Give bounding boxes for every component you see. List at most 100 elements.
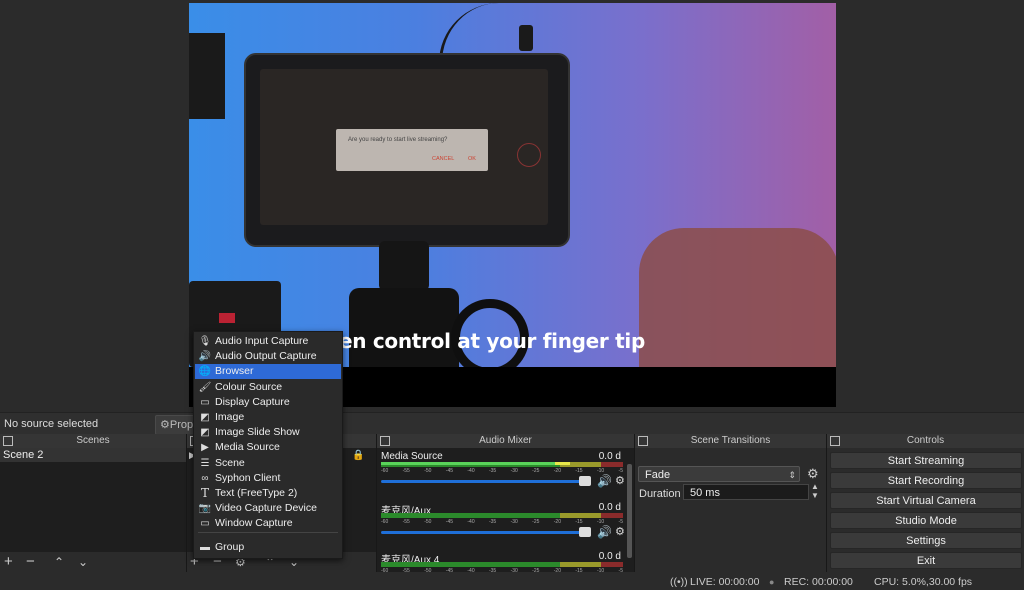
status-bar: ((•)) LIVE: 00:00:00 ● REC: 00:00:00 CPU… — [0, 574, 1024, 590]
cpu-usage: CPU: 5.0%,30.00 fps — [874, 576, 973, 588]
start-recording-button[interactable]: Start Recording — [830, 472, 1022, 489]
link-icon: ∞ — [201, 473, 209, 484]
fader-handle[interactable] — [579, 527, 591, 537]
meter-tick-label: -15 — [575, 468, 583, 474]
float-icon[interactable] — [380, 436, 390, 446]
globe-icon: 🌐 — [198, 366, 212, 377]
brush-icon: 🖌 — [198, 382, 212, 393]
meter-tick-label: -40 — [467, 468, 475, 474]
mixer-scrollbar[interactable] — [627, 464, 632, 558]
preview-image: Are you ready to start live streaming? C… — [189, 3, 836, 378]
channel-db: 0.0 d — [598, 502, 621, 513]
scene-item[interactable]: Scene 2 — [0, 448, 186, 462]
monitor-dialog: Are you ready to start live streaming? C… — [336, 129, 488, 171]
settings-button[interactable]: Settings — [830, 532, 1022, 549]
scenes-dock: Scenes Scene 2 + − ⌃ ⌄ — [0, 434, 187, 572]
exit-button[interactable]: Exit — [830, 552, 1022, 569]
meter-tick-label: -35 — [488, 519, 497, 525]
add-source-menu: 🎙 Audio Input Capture 🔊 Audio Output Captu… — [193, 331, 343, 559]
meter-tick-label: -35 — [488, 468, 497, 474]
move-down-icon[interactable]: ⌄ — [78, 553, 88, 571]
transition-settings-icon[interactable]: ⚙ — [807, 466, 819, 482]
play-icon: ▶ — [201, 442, 209, 453]
menu-item-image-slide-show[interactable]: ◩ Image Slide Show — [195, 425, 341, 440]
move-up-icon[interactable]: ⌃ — [54, 553, 64, 571]
menu-item-window-capture[interactable]: ▭ Window Capture — [195, 516, 341, 531]
channel-db: 0.0 d — [598, 551, 621, 562]
menu-item-scene[interactable]: ☰ Scene — [195, 456, 341, 471]
duration-spinner[interactable]: ▲ ▼ — [811, 482, 819, 500]
float-icon[interactable] — [638, 436, 648, 446]
video-caption: en control at your finger tip — [339, 329, 645, 353]
rec-dot-icon: ● — [769, 577, 775, 587]
menu-item-image[interactable]: ◩ Image — [195, 410, 341, 425]
gear-icon[interactable]: ⚙ — [615, 525, 625, 538]
channel-db: 0.0 d — [598, 451, 621, 462]
speaker-icon[interactable]: 🔊 — [597, 525, 612, 539]
meter-tick-label: -50 — [424, 519, 432, 525]
menu-item-display-capture[interactable]: ▭ Display Capture — [195, 395, 341, 410]
meter-tick-label: -15 — [575, 519, 583, 525]
menu-item-video-capture-device[interactable]: 📷 Video Capture Device — [195, 501, 341, 516]
menu-item-media-source[interactable]: ▶ Media Source — [195, 440, 341, 455]
volume-fader[interactable] — [381, 480, 591, 483]
source-toolbar: No source selected ⚙Prop — [0, 412, 1024, 435]
rec-time: REC: 00:00:00 — [784, 576, 853, 588]
meter-level-peak — [555, 462, 570, 465]
gear-icon[interactable]: ⚙ — [615, 474, 625, 487]
meter-tick-label: -45 — [445, 468, 454, 474]
menu-item-colour-source[interactable]: 🖌 Colour Source — [195, 380, 341, 395]
meter-level — [381, 462, 556, 465]
start-virtual-camera-button[interactable]: Start Virtual Camera — [830, 492, 1022, 509]
audio-mixer-dock: Audio Mixer Media Source 0.0 d -60 -55 -50… — [377, 434, 635, 574]
meter-tick-label: -40 — [467, 519, 475, 525]
menu-item-audio-output-capture[interactable]: 🔊 Audio Output Capture — [195, 349, 341, 364]
duration-input[interactable]: 50 ms — [683, 484, 809, 500]
meter-tick-label: -55 — [402, 468, 410, 474]
no-source-label: No source selected — [4, 418, 99, 430]
lock-icon[interactable]: 🔒 — [352, 450, 364, 461]
add-scene-icon[interactable]: + — [4, 553, 13, 571]
mixer-channel: Media Source 0.0 d -60 -55 -50 -45 -40 -35 -30… — [379, 451, 625, 499]
controls-title: Controls — [906, 435, 945, 446]
meter-tick-label: -60 — [381, 468, 389, 474]
menu-item-browser[interactable]: 🌐 Browser — [195, 364, 341, 379]
field-monitor: Are you ready to start live streaming? C… — [244, 53, 570, 247]
controls-dock: Controls Start Streaming Start Recording… — [827, 434, 1024, 572]
folder-icon: ▬ — [200, 542, 210, 553]
menu-item-syphon-client[interactable]: ∞ Syphon Client — [195, 471, 341, 486]
transition-select[interactable]: Fade ⇕ — [638, 466, 800, 482]
meter-ticks: -60 -55 -50 -45 -40 -35 -30 -25 -20 -15 -10 -5 — [381, 468, 623, 474]
transitions-title: Scene Transitions — [690, 435, 771, 446]
image-icon: ◩ — [200, 412, 210, 423]
remove-scene-icon[interactable]: − — [26, 553, 35, 571]
updown-icon: ⇕ — [788, 470, 796, 480]
camera-icon: 📷 — [198, 503, 212, 514]
float-icon[interactable] — [3, 436, 13, 446]
meter-tick-label: -25 — [532, 519, 540, 525]
menu-separator — [198, 532, 338, 533]
text-icon: T — [200, 486, 209, 500]
start-streaming-button[interactable]: Start Streaming — [830, 452, 1022, 469]
volume-fader[interactable] — [381, 531, 591, 534]
monitor-icon: ▭ — [200, 397, 210, 408]
window-icon: ▭ — [200, 518, 210, 529]
meter-tick-label: -50 — [424, 468, 432, 474]
mixer-channel: 麦克风/Aux 0.0 d -60 -55 -50 -45 -40 -35 -30 -25 -2… — [379, 502, 625, 550]
meter-tick-label: -25 — [532, 468, 540, 474]
list-icon: ☰ — [200, 458, 210, 469]
studio-mode-button[interactable]: Studio Mode — [830, 512, 1022, 529]
fader-handle[interactable] — [579, 476, 591, 486]
menu-item-text-freetype[interactable]: T Text (FreeType 2) — [195, 486, 341, 501]
speaker-icon[interactable]: 🔊 — [597, 474, 612, 488]
microphone-icon: 🎙 — [198, 336, 212, 347]
mixer-channel: 麦克风/Aux 4 0.0 d -60 -55 -50 -45 -40 -35 -30 -25… — [379, 551, 625, 574]
menu-item-group[interactable]: ▬ Group — [195, 540, 341, 555]
meter-ticks: -60 -55 -50 -45 -40 -35 -30 -25 -20 -15 -10 -5 — [381, 519, 623, 525]
menu-item-audio-input-capture[interactable]: 🎙 Audio Input Capture — [195, 334, 341, 349]
volume-meter — [381, 513, 623, 518]
channel-name: Media Source — [381, 451, 443, 462]
meter-tick-label: -30 — [510, 519, 518, 525]
float-icon[interactable] — [830, 436, 840, 446]
volume-meter — [381, 562, 623, 567]
